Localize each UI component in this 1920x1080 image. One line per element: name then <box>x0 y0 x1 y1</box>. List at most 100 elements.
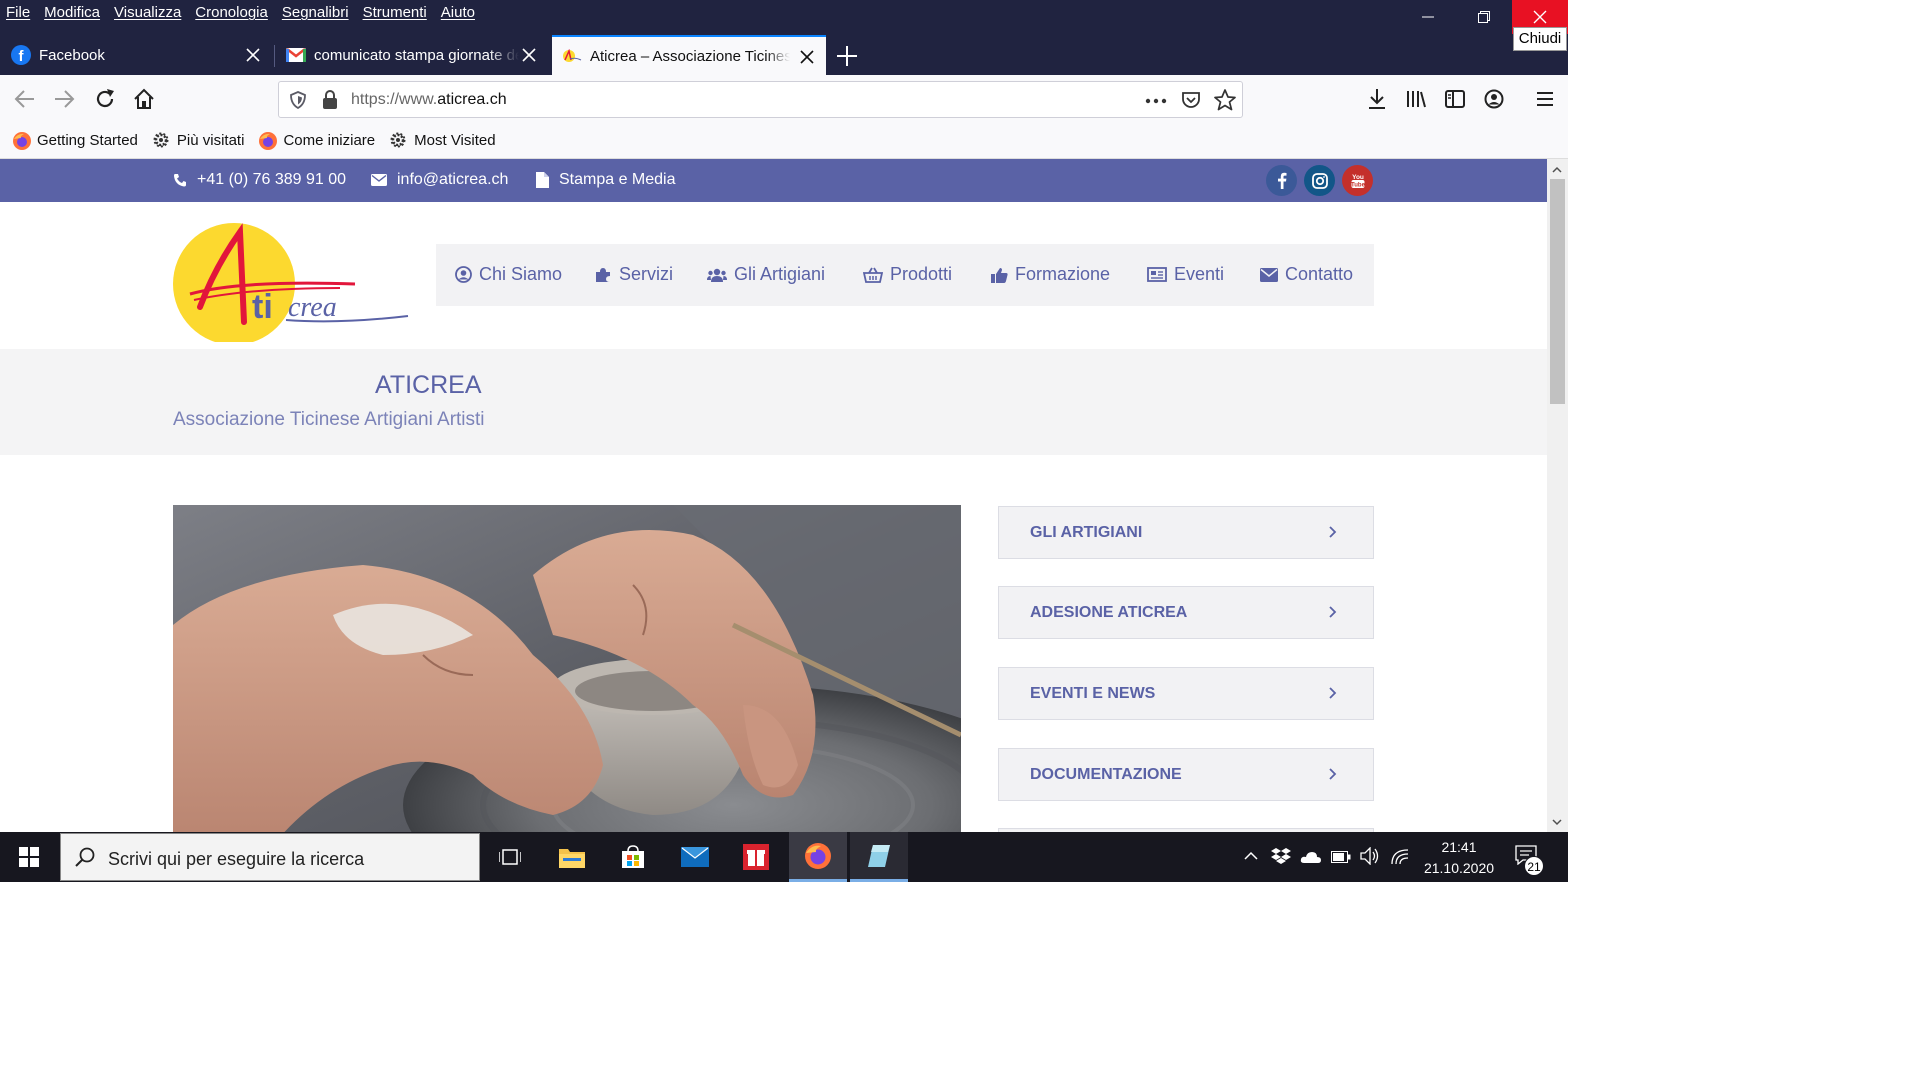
page-title-banner: ATICREA Associazione Ticinese Artigiani … <box>0 349 1547 455</box>
account-button[interactable] <box>1480 85 1508 113</box>
chevron-right-icon <box>1329 526 1337 538</box>
sidebar-link-adesione[interactable]: ADESIONE ATICREA <box>998 586 1374 639</box>
puzzle-icon <box>596 268 610 282</box>
firefox-taskbar-button[interactable] <box>789 832 847 882</box>
bookmark-come-iniziare[interactable]: Come iniziare <box>258 131 375 151</box>
sidebar-link-eventi-news[interactable]: EVENTI E NEWS <box>998 667 1374 720</box>
library-button[interactable] <box>1402 85 1430 113</box>
menu-file[interactable]: File <box>0 1 37 25</box>
restore-button[interactable] <box>1456 0 1512 34</box>
downloads-button[interactable] <box>1363 85 1391 113</box>
aticrea-logo[interactable]: ti crea <box>170 212 410 342</box>
youtube-social-button[interactable]: You Tube <box>1342 165 1373 196</box>
forward-button[interactable] <box>51 85 79 113</box>
envelope-icon <box>371 174 387 186</box>
show-hidden-icons[interactable] <box>1244 851 1258 861</box>
nav-chi-siamo[interactable]: Chi Siamo <box>455 264 562 285</box>
task-view-button[interactable] <box>481 832 539 882</box>
nav-label: Eventi <box>1174 264 1225 284</box>
tab-close-icon[interactable] <box>244 46 262 64</box>
scroll-down-icon[interactable] <box>1552 819 1562 826</box>
home-icon <box>134 88 154 109</box>
pocket-icon[interactable] <box>1181 90 1201 110</box>
email-link[interactable]: info@aticrea.ch <box>371 171 508 189</box>
press-link[interactable]: Stampa e Media <box>536 171 676 189</box>
mail-button[interactable] <box>666 832 724 882</box>
nav-contatto[interactable]: Contatto <box>1260 264 1353 285</box>
home-button[interactable] <box>130 85 158 113</box>
tab-close-icon[interactable] <box>520 46 538 64</box>
address-bar[interactable]: https://www.aticrea.ch <box>278 81 1243 118</box>
tab-label: comunicato stampa giornate de <box>314 46 519 64</box>
user-circle-icon <box>455 266 472 283</box>
store-button[interactable] <box>604 832 662 882</box>
sidebar-link-gli-artigiani[interactable]: GLI ARTIGIANI <box>998 506 1374 559</box>
gift-app-button[interactable] <box>727 832 785 882</box>
navigation-toolbar: https://www.aticrea.ch <box>0 75 1568 123</box>
menu-strumenti[interactable]: Strumenti <box>356 1 434 25</box>
bookmark-getting-started[interactable]: Getting Started <box>12 131 138 151</box>
start-button[interactable] <box>0 832 58 882</box>
arrow-left-icon <box>14 90 34 108</box>
notes-app-button[interactable] <box>850 832 908 882</box>
mail-icon <box>681 847 709 867</box>
url-text[interactable]: https://www.aticrea.ch <box>351 91 507 109</box>
sidebar-link-label: GLI ARTIGIANI <box>1030 523 1143 541</box>
menu-aiuto[interactable]: Aiuto <box>434 1 482 25</box>
menu-button[interactable] <box>1531 85 1559 113</box>
page-scrollbar[interactable] <box>1547 159 1568 832</box>
nav-prodotti[interactable]: Prodotti <box>863 264 952 285</box>
nav-servizi[interactable]: Servizi <box>595 264 673 285</box>
menu-modifica[interactable]: Modifica <box>37 1 107 25</box>
tab-facebook[interactable]: f Facebook <box>0 35 272 75</box>
menu-cronologia[interactable]: Cronologia <box>188 1 275 25</box>
site-header: ti crea Chi Siamo Servizi Gli Artigiani … <box>0 202 1547 349</box>
gift-icon <box>743 844 769 870</box>
menu-visualizza[interactable]: Visualizza <box>107 1 188 25</box>
scrollbar-thumb[interactable] <box>1550 179 1565 404</box>
bookmark-star-icon[interactable] <box>1214 89 1236 111</box>
gear-icon <box>390 132 406 147</box>
nav-formazione[interactable]: Formazione <box>991 264 1110 285</box>
file-explorer-button[interactable] <box>543 832 601 882</box>
page-actions-icon[interactable] <box>1145 98 1167 104</box>
back-button[interactable] <box>10 85 38 113</box>
instagram-social-button[interactable] <box>1304 165 1335 196</box>
tab-label: Aticrea – Associazione Ticinese <box>590 47 790 65</box>
account-icon <box>1484 89 1504 109</box>
facebook-social-button[interactable] <box>1266 165 1297 196</box>
volume-icon[interactable] <box>1360 847 1380 865</box>
phone-icon <box>174 174 186 187</box>
taskbar-clock[interactable]: 21:41 21.10.2020 <box>1412 837 1506 879</box>
tab-gmail[interactable]: comunicato stampa giornate de <box>276 35 548 75</box>
main-navigation: Chi Siamo Servizi Gli Artigiani Prodotti… <box>436 244 1374 306</box>
wifi-icon[interactable] <box>1391 847 1411 865</box>
windows-logo-icon <box>19 847 39 867</box>
sidebar-button[interactable] <box>1441 85 1469 113</box>
minimize-button[interactable] <box>1400 0 1456 34</box>
url-prefix: https://www. <box>351 91 438 108</box>
battery-icon[interactable] <box>1331 851 1351 863</box>
hamburger-icon <box>1537 92 1553 106</box>
dropbox-icon[interactable] <box>1271 847 1291 865</box>
bookmark-piu-visitati[interactable]: Più visitati <box>152 131 245 151</box>
sidebar-link-documentazione[interactable]: DOCUMENTAZIONE <box>998 748 1374 801</box>
notification-count-badge: 21 <box>1524 856 1544 876</box>
reload-button[interactable] <box>91 85 119 113</box>
task-view-icon <box>499 849 521 865</box>
action-center-button[interactable]: 21 <box>1515 845 1545 876</box>
nav-eventi[interactable]: Eventi <box>1147 264 1224 285</box>
bookmark-most-visited[interactable]: Most Visited <box>389 131 496 151</box>
menu-segnalibri[interactable]: Segnalibri <box>275 1 356 25</box>
bookmark-label: Come iniziare <box>283 132 376 149</box>
tab-aticrea[interactable]: Aticrea – Associazione Ticinese <box>552 35 826 75</box>
nav-gli-artigiani[interactable]: Gli Artigiani <box>707 264 825 285</box>
new-tab-button[interactable] <box>834 43 860 69</box>
sidebar-link-label: EVENTI E NEWS <box>1030 684 1156 702</box>
phone-link[interactable]: +41 (0) 76 389 91 00 <box>173 171 346 189</box>
bookmark-label: Più visitati <box>176 132 245 149</box>
onedrive-icon[interactable] <box>1300 850 1322 864</box>
tab-close-icon[interactable] <box>798 48 816 66</box>
scroll-up-icon[interactable] <box>1552 166 1562 173</box>
taskbar-search-box[interactable]: Scrivi qui per eseguire la ricerca <box>60 833 480 881</box>
